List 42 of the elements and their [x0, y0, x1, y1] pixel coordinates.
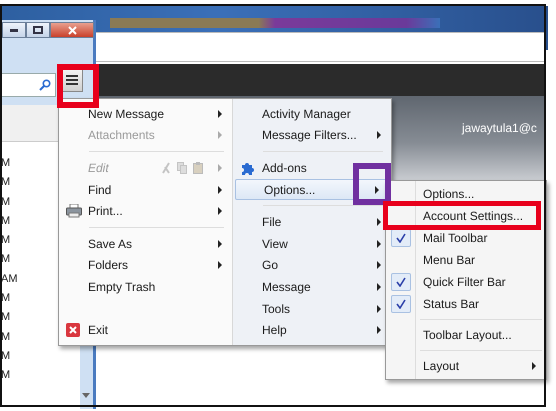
checkmark-icon — [396, 277, 406, 287]
minimize-button[interactable] — [2, 22, 26, 38]
close-button[interactable] — [50, 22, 94, 38]
search-field[interactable] — [0, 73, 56, 97]
date-cell-text: M — [0, 291, 12, 306]
menu-item[interactable]: Save As — [59, 232, 232, 255]
menu-item[interactable]: Add-ons — [233, 157, 351, 179]
menu-icon — [66, 75, 78, 85]
date-cell-text: AM — [0, 272, 18, 287]
date-cell-text: M — [0, 368, 12, 384]
date-cell-text: M — [0, 214, 12, 229]
search-icon — [39, 79, 51, 91]
date-cell-text: M — [0, 348, 12, 364]
menu-item[interactable]: Exit — [59, 319, 232, 341]
printer-icon — [66, 204, 82, 218]
close-icon — [66, 323, 80, 338]
menu-item[interactable]: New Message — [59, 103, 232, 125]
account-label: jawaytula1@c — [462, 121, 537, 135]
paste-icon — [193, 162, 203, 174]
cut-icon — [161, 162, 171, 174]
scroll-down-icon[interactable] — [82, 393, 90, 398]
date-cell-text: M — [0, 156, 12, 171]
close-icon — [68, 26, 76, 34]
menu-item[interactable]: Message Filters... — [233, 124, 391, 146]
menu-item[interactable]: Print... — [59, 200, 232, 222]
menu-item[interactable]: Find — [59, 178, 232, 200]
copy-icon — [177, 162, 187, 174]
date-cell-text: M — [0, 233, 12, 248]
date-cell-text: M — [0, 310, 12, 326]
maximize-icon — [33, 26, 43, 34]
date-cell-text: M — [0, 330, 12, 345]
date-cell-text: M — [0, 252, 12, 268]
date-cell-text: M — [0, 194, 12, 210]
checkmark-icon — [396, 233, 406, 243]
checkmark-icon — [396, 299, 406, 309]
menu-item[interactable]: Activity Manager — [233, 103, 351, 125]
menu-item[interactable]: Layout — [386, 355, 546, 377]
menu-item[interactable]: Folders — [59, 254, 232, 276]
minimize-icon — [10, 28, 18, 32]
date-cell-text: M — [0, 175, 12, 190]
menu-item[interactable]: Empty Trash — [59, 276, 232, 298]
maximize-button[interactable] — [26, 22, 50, 38]
